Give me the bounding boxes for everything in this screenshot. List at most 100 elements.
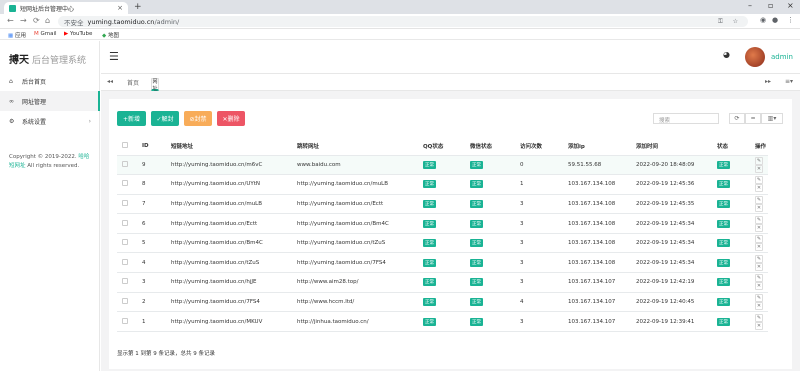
tab-home[interactable]: 首页 (127, 78, 139, 87)
new-tab-icon[interactable]: + (134, 2, 142, 12)
bookmark-gmail[interactable]: M Gmail (34, 31, 57, 37)
row-checkbox[interactable] (122, 278, 128, 285)
table-row[interactable]: 2 http://yuming.taomiduo.cn/7FS4 http://ww… (117, 292, 768, 313)
cell-id: 3 (139, 272, 168, 293)
table-row[interactable]: 3 http://yuming.taomiduo.cn/hjJE http://ww… (117, 272, 768, 293)
col-visits: 访问次数 (517, 138, 565, 156)
cell-time: 2022-09-19 12:45:35 (633, 194, 714, 215)
remove-icon[interactable]: ✕ (755, 203, 763, 212)
bookmark-maps[interactable]: ◆ 地图 (102, 31, 119, 39)
key-icon[interactable]: ⚿ ☆ (718, 18, 742, 26)
qq-status-badge: 正常 (423, 297, 436, 306)
bookmark-youtube[interactable]: ▶ YouTube (64, 31, 92, 37)
table-row[interactable]: 7 http://yuming.taomiduo.cn/muLB http://yu… (117, 194, 768, 215)
ban-button[interactable]: ⊘封禁 (184, 111, 212, 126)
wx-status-badge: 正常 (470, 239, 483, 248)
home-icon[interactable]: ⌂ (45, 16, 50, 25)
delete-button[interactable]: ✕删除 (217, 111, 245, 126)
qq-status-badge: 正常 (423, 258, 436, 267)
col-id[interactable]: ID (139, 138, 168, 156)
row-checkbox[interactable] (122, 160, 128, 167)
table-row[interactable]: 1 http://yuming.taomiduo.cn/MKUV http://ji… (117, 311, 768, 332)
browser-tab-title: 短网址后台管理中心 (20, 5, 75, 13)
edit-icon[interactable]: ✎ (755, 215, 763, 224)
reload-icon[interactable]: ⟳ (33, 16, 40, 25)
sidebar-item-url-manage[interactable]: ∞ 网址管理 (0, 91, 100, 111)
remove-icon[interactable]: ✕ (755, 243, 763, 252)
cell-id: 5 (139, 233, 168, 254)
tabs-menu-icon[interactable]: ≡▾ (785, 78, 793, 85)
table-row[interactable]: 6 http://yuming.taomiduo.cn/Ectt http://yu… (117, 213, 768, 234)
window-close-icon[interactable]: × (787, 1, 794, 10)
table-panel: +新增 ✓解封 ⊘封禁 ✕删除 搜索 ⟳ ≃ ▥▾ ID 短链地址 跳转网址 Q… (109, 99, 792, 369)
row-checkbox[interactable] (122, 239, 128, 246)
address-input[interactable]: 不安全 yuming.taomiduo.cn /admin/ ⚿ ☆ (58, 16, 748, 27)
add-button[interactable]: +新增 (117, 111, 146, 126)
row-checkbox[interactable] (122, 199, 128, 206)
toggle-view-icon[interactable]: ≃ (745, 113, 761, 124)
cell-ip: 59.51.55.68 (565, 155, 633, 176)
remove-icon[interactable]: ✕ (755, 282, 763, 291)
edit-icon[interactable]: ✎ (755, 156, 763, 165)
refresh-icon[interactable]: ⟳ (729, 113, 745, 124)
cell-id: 6 (139, 213, 168, 234)
remove-icon[interactable]: ✕ (755, 223, 763, 232)
extensions-icon[interactable]: ◉ (760, 16, 766, 24)
table-row[interactable]: 8 http://yuming.taomiduo.cn/UYtN http://yu… (117, 174, 768, 195)
row-checkbox[interactable] (122, 297, 128, 304)
theme-icon[interactable]: ◕ (723, 50, 730, 59)
cell-target-url: http://yuming.taomiduo.cn/muLB (294, 174, 420, 195)
edit-icon[interactable]: ✎ (755, 293, 763, 302)
cell-time: 2022-09-19 12:45:34 (633, 233, 714, 254)
search-input[interactable]: 搜索 (653, 113, 719, 124)
row-checkbox[interactable] (122, 219, 128, 226)
cell-target-url: http://www.aim28.top/ (294, 272, 420, 293)
table-row[interactable]: 5 http://yuming.taomiduo.cn/Bm4C http://yu… (117, 233, 768, 254)
remove-icon[interactable]: ✕ (755, 301, 763, 310)
menu-toggle-icon[interactable]: ☰ (109, 50, 119, 63)
row-checkbox[interactable] (122, 180, 128, 187)
remove-icon[interactable]: ✕ (755, 262, 763, 271)
qq-status-badge: 正常 (423, 317, 436, 326)
wx-status-badge: 正常 (470, 180, 483, 189)
forward-icon[interactable]: → (20, 16, 27, 25)
maximize-icon[interactable]: ▫ (768, 1, 773, 10)
chevron-right-icon: › (88, 117, 91, 125)
minimize-icon[interactable]: – (748, 1, 752, 10)
browser-menu-icon[interactable]: ⋮ (787, 16, 794, 24)
edit-icon[interactable]: ✎ (755, 176, 763, 185)
columns-icon[interactable]: ▥▾ (761, 113, 783, 124)
cell-visits: 1 (517, 174, 565, 195)
cell-ip: 103.167.134.108 (565, 213, 633, 234)
qq-status-badge: 正常 (423, 239, 436, 248)
bookmark-apps[interactable]: ▦ 应用 (8, 31, 26, 39)
tab-url-manage[interactable]: 网址管理 × (151, 78, 159, 113)
edit-icon[interactable]: ✎ (755, 195, 763, 204)
edit-icon[interactable]: ✎ (755, 274, 763, 283)
profile-icon[interactable]: ● (772, 16, 778, 24)
row-checkbox[interactable] (122, 258, 128, 265)
remove-icon[interactable]: ✕ (755, 164, 763, 173)
table-row[interactable]: 4 http://yuming.taomiduo.cn/tZuS http://yu… (117, 252, 768, 274)
table-row[interactable]: 9 http://yuming.taomiduo.cn/m6vC www.baidu… (117, 155, 768, 176)
remove-icon[interactable]: ✕ (755, 321, 763, 330)
enable-button[interactable]: ✓解封 (151, 111, 179, 126)
edit-icon[interactable]: ✎ (755, 313, 763, 322)
row-checkbox[interactable] (122, 317, 128, 324)
remove-icon[interactable]: ✕ (755, 184, 763, 193)
edit-icon[interactable]: ✎ (755, 235, 763, 244)
avatar[interactable] (745, 47, 765, 67)
sidebar-item-home[interactable]: ⌂ 后台首页 (0, 71, 100, 91)
close-icon[interactable]: × (117, 4, 123, 12)
tabs-scroll-right-icon[interactable]: ▸▸ (765, 78, 771, 85)
edit-icon[interactable]: ✎ (755, 254, 763, 263)
browser-tab[interactable]: 短网址后台管理中心 × (4, 2, 128, 14)
cell-ip: 103.167.134.108 (565, 252, 633, 274)
user-name[interactable]: admin (771, 53, 793, 61)
sidebar-item-settings[interactable]: ⚙ 系统设置 › (0, 111, 100, 131)
status-badge: 正常 (717, 199, 730, 208)
tabs-scroll-left-icon[interactable]: ◂◂ (107, 78, 113, 85)
status-badge: 正常 (717, 297, 730, 306)
back-icon[interactable]: ← (7, 16, 14, 25)
select-all-checkbox[interactable] (122, 142, 128, 149)
